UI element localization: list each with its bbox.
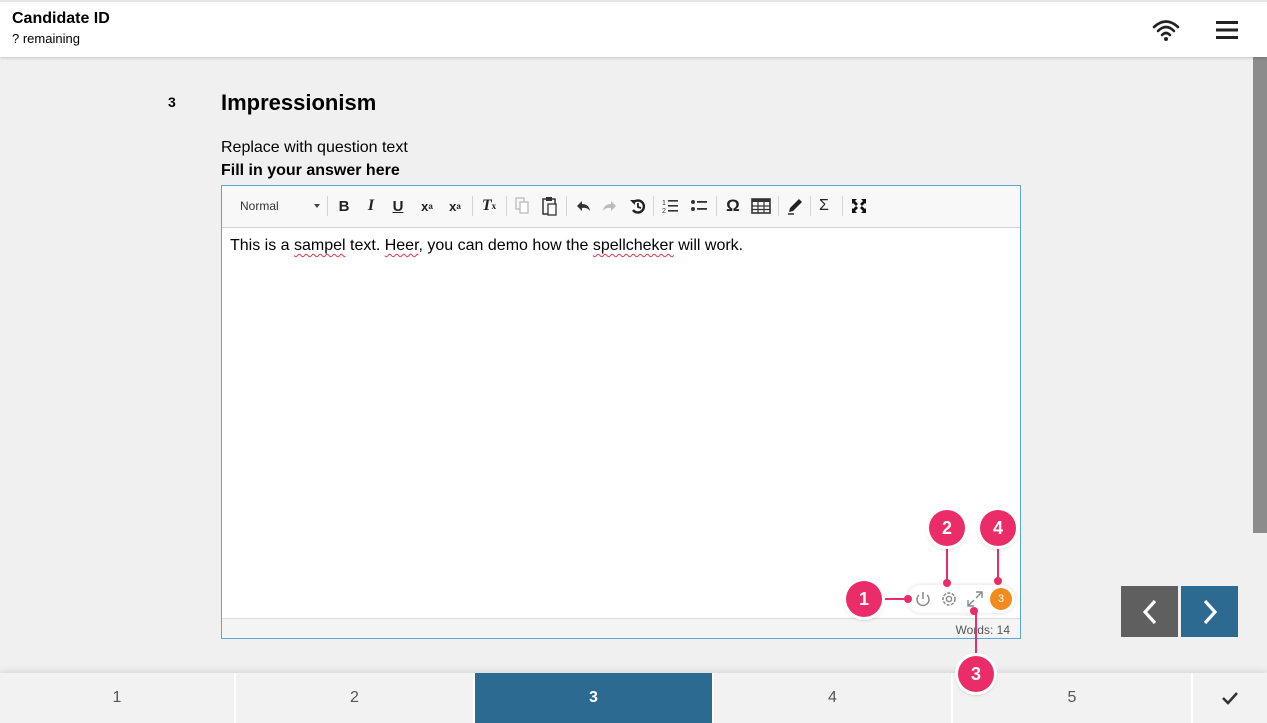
format-dropdown-value: Normal: [240, 199, 279, 213]
italic-icon[interactable]: I: [361, 194, 381, 218]
sigma-icon[interactable]: Σ: [814, 194, 834, 218]
question-number: 3: [168, 94, 176, 110]
finish-button[interactable]: [1193, 673, 1267, 723]
subscript-icon[interactable]: xa: [416, 194, 438, 218]
spellcheck-error-count-badge[interactable]: 3: [990, 588, 1012, 610]
paste-icon[interactable]: [540, 194, 560, 218]
question-tab[interactable]: 1: [0, 673, 236, 723]
svg-text:1: 1: [662, 200, 666, 207]
text-segment: , you can demo how the: [418, 237, 593, 254]
pencil-icon[interactable]: [784, 194, 806, 218]
top-bar: Candidate ID ? remaining: [0, 0, 1267, 57]
bold-icon[interactable]: B: [334, 194, 354, 218]
power-icon[interactable]: [913, 589, 933, 609]
toolbar-separator: [327, 196, 328, 216]
chevron-right-icon: [1203, 599, 1217, 624]
toolbar-separator: [506, 196, 507, 216]
text-segment: text.: [345, 237, 385, 254]
callout-marker: 3: [958, 656, 994, 692]
toolbar-separator: [716, 196, 717, 216]
callout-marker: 2: [929, 510, 965, 546]
editor-toolbar: Normal B I U xa xa Tx 1 2 Ω Σ: [222, 186, 1020, 228]
svg-text:2: 2: [662, 208, 666, 215]
revert-icon[interactable]: [627, 194, 649, 218]
copy-icon[interactable]: [512, 194, 532, 218]
question-navigation: 1 2 3 4 5: [0, 673, 1267, 723]
answer-editor[interactable]: Normal B I U xa xa Tx 1 2 Ω Σ This is a …: [221, 185, 1021, 639]
toolbar-separator: [653, 196, 654, 216]
numbered-list-icon[interactable]: 1 2: [659, 194, 681, 218]
wifi-icon[interactable]: [1152, 18, 1180, 42]
text-segment: will work.: [673, 237, 744, 254]
settings-icon[interactable]: [939, 589, 959, 609]
spellcheck-toolbar: 3: [907, 585, 1015, 613]
toolbar-separator: [810, 196, 811, 216]
answer-prompt: Fill in your answer here: [221, 162, 400, 179]
word-count: Words: 14: [955, 623, 1010, 637]
question-text: Replace with question text: [221, 139, 408, 156]
maximize-icon[interactable]: [848, 194, 870, 218]
remove-format-icon[interactable]: Tx: [478, 194, 500, 218]
previous-question-button[interactable]: [1121, 586, 1178, 637]
callout-marker: 1: [846, 581, 882, 617]
checkmark-icon: [1222, 692, 1238, 705]
expand-icon[interactable]: [965, 589, 985, 609]
undo-icon[interactable]: [572, 194, 594, 218]
hamburger-menu-icon[interactable]: [1214, 19, 1240, 41]
chevron-down-icon: [314, 204, 320, 208]
editor-status-bar: Words: 14: [222, 618, 1020, 638]
redo-icon[interactable]: [599, 194, 621, 218]
question-tab[interactable]: 2: [236, 673, 475, 723]
question-tab[interactable]: 4: [714, 673, 953, 723]
question-title: Impressionism: [221, 90, 377, 115]
bulleted-list-icon[interactable]: [688, 194, 710, 218]
candidate-id: Candidate ID: [12, 10, 110, 27]
superscript-icon[interactable]: xa: [444, 194, 466, 218]
time-remaining: ? remaining: [12, 31, 80, 46]
toolbar-separator: [472, 196, 473, 216]
next-question-button[interactable]: [1181, 586, 1238, 637]
chevron-left-icon: [1142, 599, 1156, 624]
table-icon[interactable]: [750, 194, 772, 218]
misspelled-word[interactable]: spellcheker: [593, 237, 674, 254]
toolbar-separator: [778, 196, 779, 216]
format-dropdown[interactable]: Normal: [230, 194, 324, 218]
special-character-icon[interactable]: Ω: [722, 194, 744, 218]
scrollbar-thumb[interactable]: [1253, 57, 1267, 533]
text-segment: This is a: [230, 237, 295, 254]
editor-content[interactable]: This is a sampel text. Heer, you can dem…: [230, 237, 743, 255]
toolbar-separator: [566, 196, 567, 216]
misspelled-word[interactable]: sampel: [294, 237, 346, 254]
toolbar-separator: [842, 196, 843, 216]
question-tab-active[interactable]: 3: [475, 673, 714, 723]
underline-icon[interactable]: U: [388, 194, 408, 218]
callout-marker: 4: [980, 510, 1016, 546]
misspelled-word[interactable]: Heer: [385, 237, 419, 254]
